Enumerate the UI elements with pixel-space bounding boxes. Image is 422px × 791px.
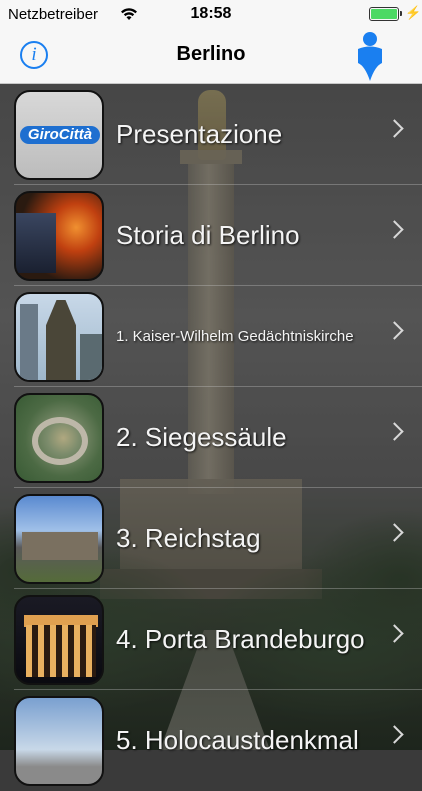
list-item[interactable]: 5. Holocaustdenkmal bbox=[0, 690, 422, 791]
list-item-label: Presentazione bbox=[116, 119, 283, 149]
list-item[interactable]: Storia di Berlino bbox=[0, 185, 422, 286]
navigation-bar: i Berlino bbox=[0, 28, 422, 84]
bolt-icon: ⚡ bbox=[405, 5, 422, 20]
thumbnail bbox=[14, 393, 104, 483]
status-bar: Netzbetreiber 18:58 ⚡ bbox=[0, 0, 422, 28]
list-item[interactable]: 3. Reichstag bbox=[0, 488, 422, 589]
list-item-label: 3. Reichstag bbox=[116, 523, 261, 553]
list-item[interactable]: 1. Kaiser-Wilhelm Gedächtniskirche bbox=[0, 286, 422, 387]
list-item[interactable]: GiroCittà Presentazione bbox=[0, 84, 422, 185]
menu-list: GiroCittà Presentazione Storia di Berlin… bbox=[0, 84, 422, 786]
list-item-label: 2. Siegessäule bbox=[116, 422, 287, 452]
chevron-right-icon bbox=[385, 523, 404, 542]
thumbnail bbox=[14, 292, 104, 382]
list-item[interactable]: 2. Siegessäule bbox=[0, 387, 422, 488]
thumbnail bbox=[14, 494, 104, 584]
list-item-label: 1. Kaiser-Wilhelm Gedächtniskirche bbox=[116, 328, 354, 345]
thumbnail bbox=[14, 191, 104, 281]
chevron-right-icon bbox=[385, 321, 404, 340]
chevron-right-icon bbox=[385, 220, 404, 239]
thumbnail: GiroCittà bbox=[14, 90, 104, 180]
list-item-label: 5. Holocaustdenkmal bbox=[116, 725, 359, 755]
list-item[interactable]: 4. Porta Brandeburgo bbox=[0, 589, 422, 690]
app-logo: GiroCittà bbox=[20, 126, 100, 144]
thumbnail bbox=[14, 696, 104, 786]
clock: 18:58 bbox=[190, 5, 232, 22]
chevron-right-icon bbox=[385, 119, 404, 138]
list-item-label: Storia di Berlino bbox=[116, 220, 300, 250]
chevron-right-icon bbox=[385, 624, 404, 643]
chevron-right-icon bbox=[385, 422, 404, 441]
battery-icon bbox=[369, 7, 402, 21]
location-pin-icon[interactable] bbox=[353, 30, 387, 82]
thumbnail bbox=[14, 595, 104, 685]
chevron-right-icon bbox=[385, 725, 404, 744]
list-item-label: 4. Porta Brandeburgo bbox=[116, 624, 365, 654]
